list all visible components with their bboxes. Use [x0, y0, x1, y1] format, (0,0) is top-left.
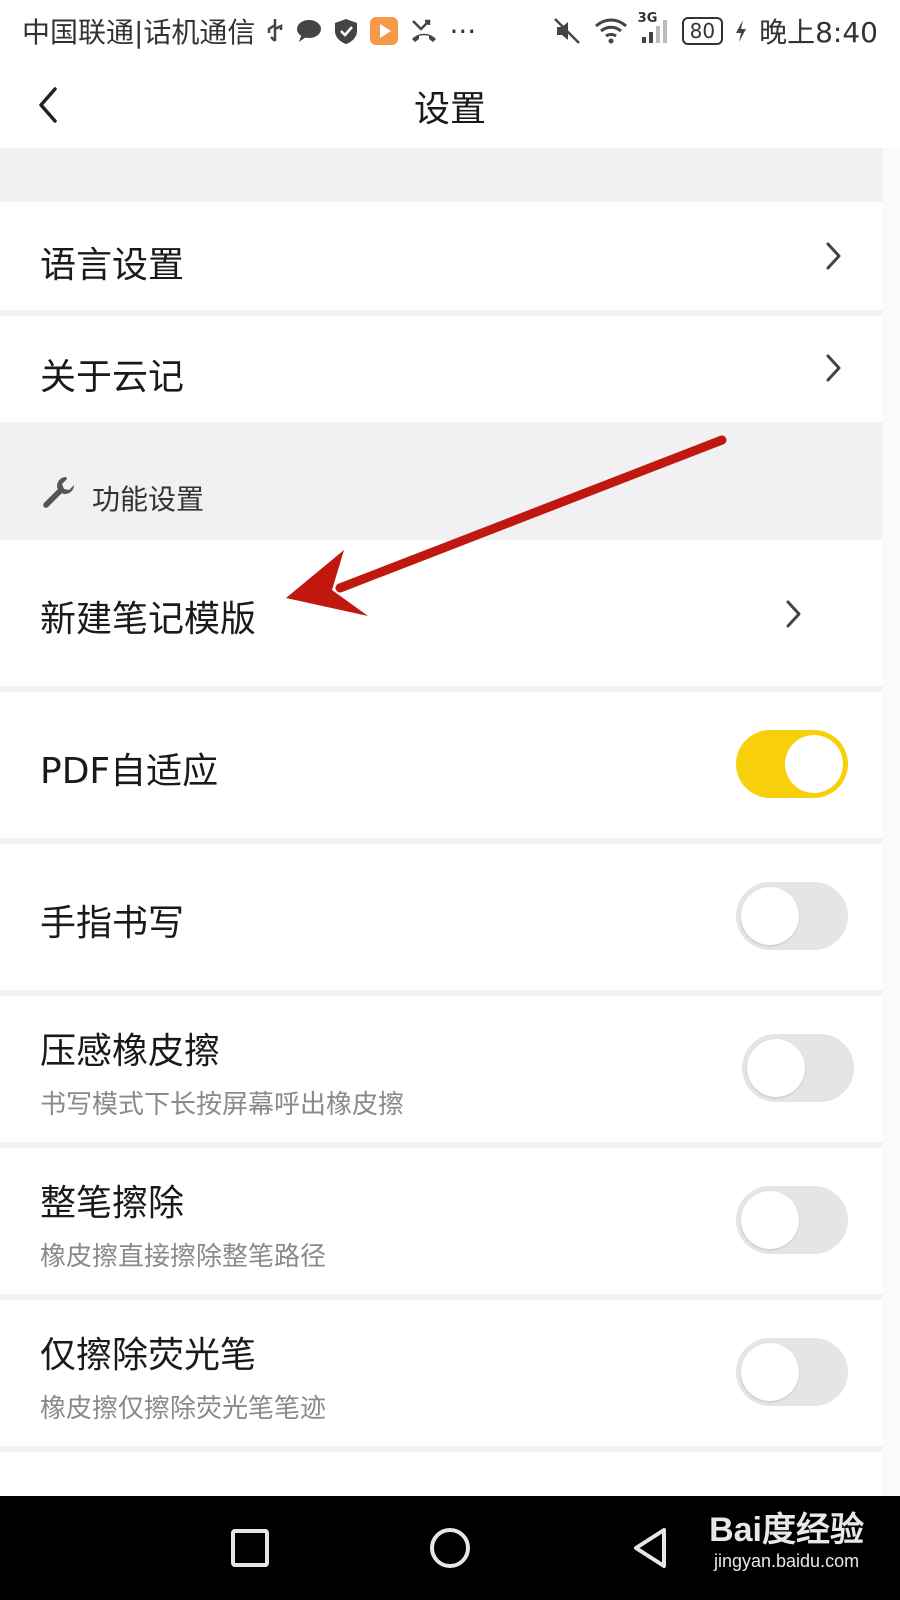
pdf-fit-toggle[interactable]: [736, 730, 848, 798]
square-icon: [231, 1529, 269, 1567]
pressure-eraser-row: 压感橡皮擦 书写模式下长按屏幕呼出橡皮擦: [0, 996, 882, 1142]
pdf-fit-row: PDF自适应: [0, 692, 882, 838]
finger-writing-row: 手指书写: [0, 844, 882, 990]
pressure-eraser-toggle[interactable]: [742, 1034, 854, 1102]
video-app-icon: [369, 16, 399, 46]
finger-writing-toggle[interactable]: [736, 882, 848, 950]
about-row[interactable]: 关于云记: [0, 316, 882, 422]
stroke-erase-label: 整笔擦除: [40, 1183, 185, 1224]
watermark-main: Bai度经验: [709, 1511, 864, 1549]
highlighter-erase-description: 橡皮擦仅擦除荧光笔笔迹: [40, 1394, 327, 1424]
app-header: 设置: [0, 62, 900, 148]
battery-level: 80: [681, 17, 724, 45]
toggle-knob: [741, 1343, 799, 1401]
highlighter-erase-label: 仅擦除荧光笔: [40, 1335, 257, 1376]
clock: 晚上8:40: [759, 16, 878, 49]
more-notifications-icon: ···: [449, 14, 477, 48]
triangle-back-icon: [634, 1528, 666, 1568]
next-row-partial: [0, 1452, 882, 1496]
note-template-label: 新建笔记模版: [40, 599, 257, 640]
wrench-icon: [43, 477, 74, 508]
shield-check-icon: [333, 17, 359, 45]
chat-icon: [295, 18, 323, 44]
note-template-row[interactable]: 新建笔记模版: [0, 540, 882, 686]
missed-call-icon: [409, 17, 439, 45]
section-spacer: [0, 148, 882, 202]
toggle-knob: [785, 735, 843, 793]
stroke-erase-toggle[interactable]: [736, 1186, 848, 1254]
toggle-knob: [741, 887, 799, 945]
toggle-knob: [747, 1039, 805, 1097]
circle-icon: [430, 1528, 470, 1568]
signal-icon: 3G: [638, 11, 670, 45]
recent-apps-button[interactable]: [226, 1524, 274, 1572]
highlighter-erase-row: 仅擦除荧光笔 橡皮擦仅擦除荧光笔笔迹: [0, 1300, 882, 1446]
wifi-icon: [594, 17, 628, 45]
home-button[interactable]: [426, 1524, 474, 1572]
baidu-jingyan-watermark: Bai度经验 jingyan.baidu.com: [709, 1510, 864, 1572]
usb-icon: [265, 17, 285, 45]
language-settings-label: 语言设置: [40, 245, 185, 286]
highlighter-erase-toggle[interactable]: [736, 1338, 848, 1406]
toggle-knob: [741, 1191, 799, 1249]
back-nav-button[interactable]: [626, 1524, 674, 1572]
section-label: 功能设置: [92, 483, 205, 516]
language-settings-row[interactable]: 语言设置: [0, 202, 882, 310]
watermark-url: jingyan.baidu.com: [713, 1551, 860, 1571]
stroke-erase-row: 整笔擦除 橡皮擦直接擦除整笔路径: [0, 1148, 882, 1294]
about-label: 关于云记: [40, 357, 185, 398]
system-nav-bar: Bai度经验 jingyan.baidu.com: [0, 1496, 900, 1600]
mute-icon: [552, 16, 582, 46]
scroll-gutter: [882, 148, 900, 1500]
chevron-right-icon: [818, 236, 848, 276]
stroke-erase-description: 橡皮擦直接擦除整笔路径: [40, 1242, 327, 1272]
pressure-eraser-label: 压感橡皮擦: [40, 1031, 221, 1072]
charging-icon: [735, 19, 747, 43]
status-bar: 中国联通|话机通信 ··· 3G 80 晚上8:40: [0, 0, 900, 62]
pressure-eraser-description: 书写模式下长按屏幕呼出橡皮擦: [40, 1090, 405, 1120]
pdf-fit-label: PDF自适应: [40, 751, 219, 792]
page-title: 设置: [413, 89, 486, 130]
chevron-right-icon: [818, 348, 848, 388]
carrier-label: 中国联通|话机通信: [22, 16, 256, 49]
network-type-label: 3G: [637, 11, 658, 26]
chevron-right-icon: [778, 594, 808, 634]
finger-writing-label: 手指书写: [40, 903, 185, 944]
